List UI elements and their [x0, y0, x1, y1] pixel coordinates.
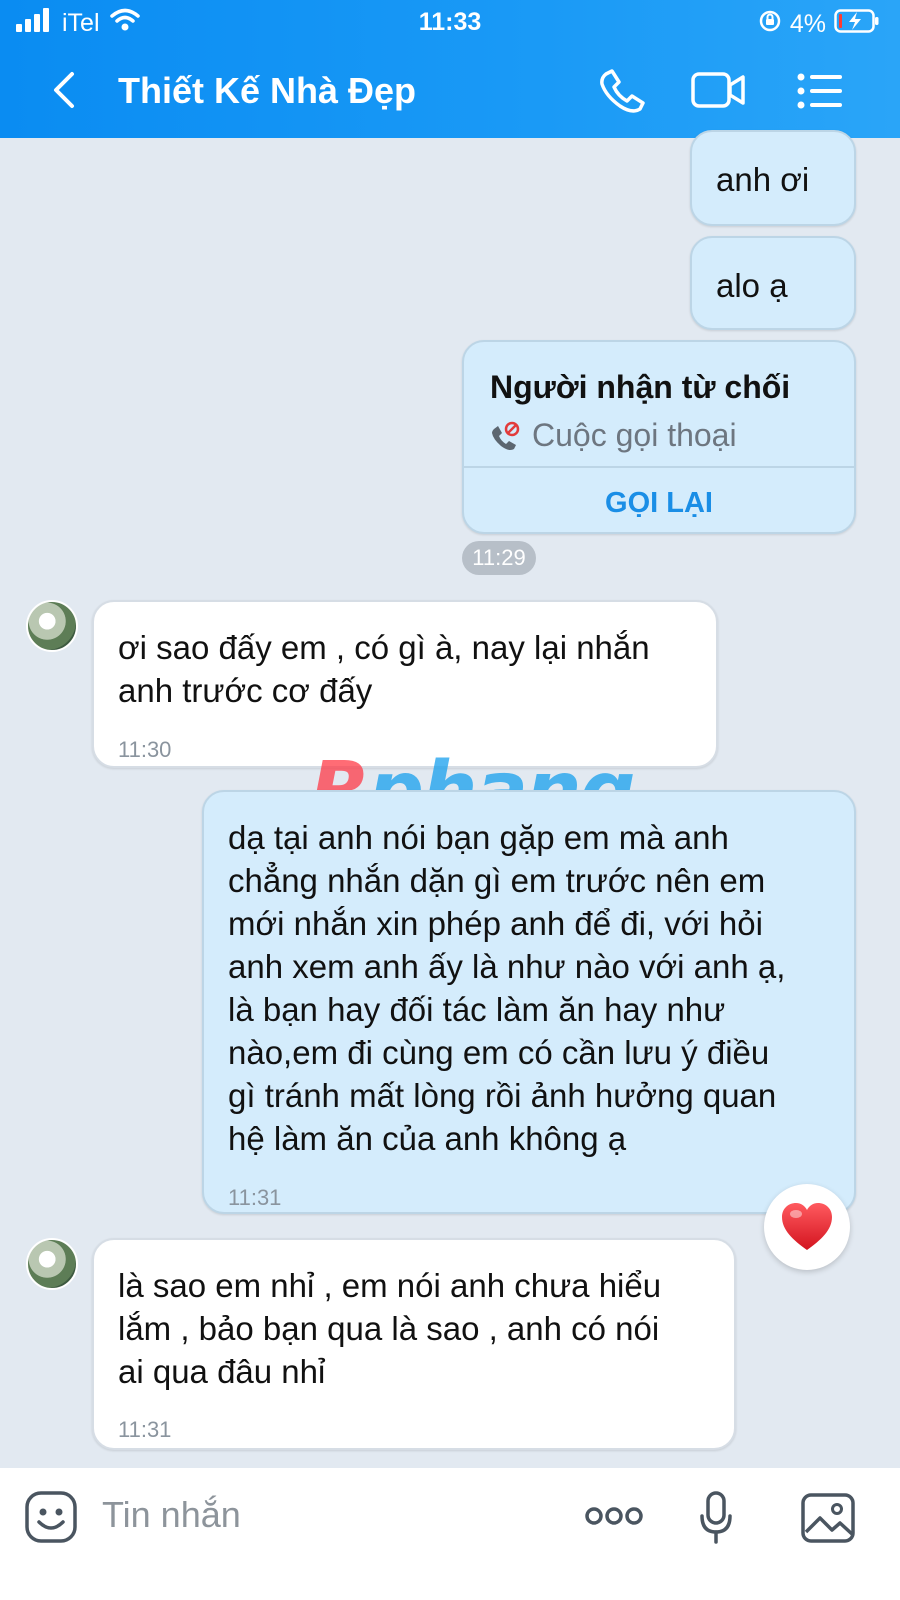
- sent-message[interactable]: alo ạ: [690, 236, 856, 330]
- battery-percent: 4%: [789, 10, 826, 38]
- avatar[interactable]: [26, 600, 78, 652]
- message-line: ai qua đâu nhỉ: [118, 1353, 326, 1390]
- message-text: anh ơi: [716, 161, 810, 198]
- battery-charging-icon: [834, 8, 880, 41]
- message-line: hệ làm ăn của anh không ạ: [228, 1120, 627, 1157]
- message-line: anh xem anh ấy là như nào với anh ạ,: [228, 948, 786, 985]
- image-gallery-icon[interactable]: [800, 1492, 856, 1549]
- video-call-icon[interactable]: [690, 66, 746, 116]
- time-separator: 11:29: [462, 541, 536, 575]
- call-back-button[interactable]: GỌI LẠI: [464, 482, 854, 525]
- missed-call-icon: [488, 420, 522, 464]
- message-time: 11:31: [118, 1417, 172, 1442]
- reaction-button[interactable]: [764, 1184, 850, 1270]
- call-type-label: Cuộc gọi thoại: [532, 417, 737, 453]
- heart-icon: [779, 1200, 835, 1259]
- divider: [464, 466, 854, 468]
- message-time: 11:30: [118, 737, 172, 762]
- message-text: alo ạ: [716, 267, 788, 304]
- sent-message[interactable]: dạ tại anh nói bạn gặp em mà anh chẳng n…: [202, 790, 856, 1214]
- message-line: anh trước cơ đấy: [118, 672, 373, 709]
- sent-message[interactable]: anh ơi: [690, 130, 856, 226]
- avatar[interactable]: [26, 1238, 78, 1290]
- phone-call-icon[interactable]: [594, 66, 650, 116]
- nav-bar: Thiết Kế Nhà Đẹp: [0, 60, 900, 122]
- rotation-lock-icon: [758, 9, 782, 40]
- back-icon[interactable]: [44, 68, 84, 112]
- emoji-sticker-icon[interactable]: [24, 1490, 78, 1549]
- message-line: ơi sao đấy em , có gì à, nay lại nhắn: [118, 629, 650, 666]
- chat-title[interactable]: Thiết Kế Nhà Đẹp: [118, 70, 416, 112]
- message-line: nào,em đi cùng em có cần lưu ý điều: [228, 1034, 770, 1071]
- message-line: chẳng nhắn dặn gì em trước nên em: [228, 862, 766, 899]
- message-time: 11:31: [228, 1185, 282, 1210]
- message-line: mới nhắn xin phép anh để đi, với hỏi: [228, 905, 763, 942]
- message-line: dạ tại anh nói bạn gặp em mà anh: [228, 819, 729, 856]
- message-line: là bạn hay đối tác làm ăn hay như: [228, 991, 726, 1028]
- message-line: lắm , bảo bạn qua là sao , anh có nói: [118, 1310, 660, 1347]
- message-line: gì tránh mất lòng rồi ảnh hưởng quan: [228, 1077, 777, 1114]
- message-input-bar: Tin nhắn: [0, 1468, 900, 1600]
- call-status-title: Người nhận từ chối: [490, 369, 791, 405]
- message-input[interactable]: Tin nhắn: [102, 1494, 241, 1536]
- microphone-icon[interactable]: [698, 1490, 734, 1551]
- more-options-icon[interactable]: [584, 1504, 644, 1533]
- message-line: là sao em nhỉ , em nói anh chưa hiểu: [118, 1267, 662, 1304]
- call-card: Người nhận từ chối Cuộc gọi thoại GỌI LẠ…: [462, 340, 856, 534]
- menu-list-icon[interactable]: [794, 66, 850, 116]
- received-message[interactable]: ơi sao đấy em , có gì à, nay lại nhắn an…: [92, 600, 718, 768]
- received-message[interactable]: là sao em nhỉ , em nói anh chưa hiểu lắm…: [92, 1238, 736, 1450]
- app-header: iTel 11:33 4% Thiết Kế Nhà Đẹp: [0, 0, 900, 138]
- status-bar: iTel 11:33 4%: [0, 0, 900, 48]
